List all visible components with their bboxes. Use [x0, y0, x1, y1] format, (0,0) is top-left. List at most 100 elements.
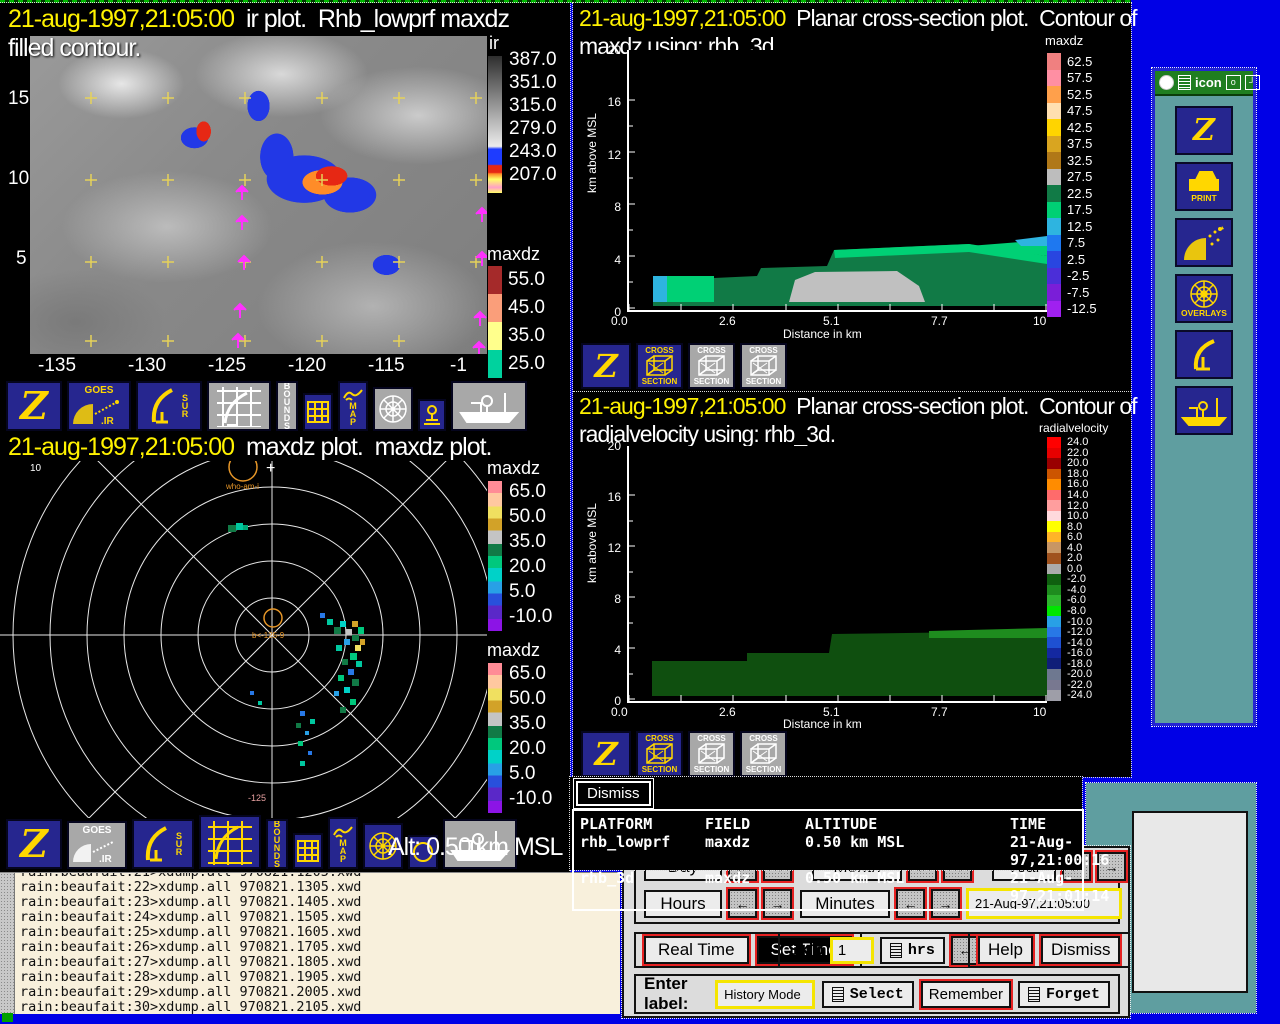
radar-annotation-top: who-am-i [225, 482, 259, 491]
map-button[interactable]: M A P [338, 381, 368, 431]
small-grid-button[interactable] [303, 393, 333, 431]
surveillance-radar-button[interactable]: S U R [132, 819, 194, 869]
ship-button[interactable] [451, 381, 527, 431]
xterm-window[interactable]: rain:beaufait:21>xdump.all 970821.1205.x… [0, 872, 620, 1014]
zebra-menu-button[interactable]: Z [581, 343, 631, 389]
printer-icon [1189, 171, 1219, 191]
palette-goes-button[interactable] [1175, 218, 1233, 267]
zebra-menu-button[interactable]: Z [6, 819, 62, 869]
restore-icon[interactable]: ┘ [1244, 75, 1260, 90]
ir-toolbar: Z GOES .IR S U R B O U N D S M A P [0, 379, 527, 431]
select-menu[interactable]: Select [821, 980, 914, 1008]
ir-x-tick: -125 [208, 355, 247, 376]
palette-overlays-button[interactable]: OVERLAYS [1175, 274, 1233, 323]
goes-ir-button[interactable]: GOES .IR [67, 821, 127, 869]
label-group: Enter label: History Mode Select Remembe… [634, 974, 1120, 1014]
overlay-rings-icon [379, 395, 407, 423]
platform-table-row: rhb_3d maxdz 0.50 km MSL 21-Aug-97,21:01:14 [580, 869, 1110, 905]
icon-palette-titlebar[interactable]: icon o ┘ [1155, 71, 1260, 96]
skip-units-menu[interactable]: hrs [879, 936, 945, 964]
zebra-z-icon: Z [594, 346, 618, 385]
overlays-button[interactable] [373, 387, 413, 431]
palette-zebra-button[interactable]: Z [1175, 106, 1233, 155]
maxdz-plot-title: 21-aug-1997,21:05:00 maxdz plot. maxdz p… [8, 433, 493, 461]
altitude-readout: Alt: 0.50 km MSL [388, 833, 563, 861]
ir-y-tick: 10 [8, 168, 30, 189]
ship-icon [1181, 397, 1227, 426]
platform-table-row: rhb_lowprf maxdz 0.50 km MSL 21-Aug-97,21:0… [580, 833, 1110, 869]
cross1-xlabel: Distance in km [783, 327, 862, 341]
remember-button[interactable]: Remember [920, 980, 1011, 1008]
cross2-xlabel: Distance in km [783, 717, 862, 731]
cube-icon [749, 355, 777, 376]
skip-value-field[interactable]: 1 [829, 936, 874, 964]
map-icon [333, 826, 353, 838]
svg-text:.IR: .IR [101, 416, 115, 426]
cross-section-button-active[interactable]: CROSS SECTION [636, 343, 683, 389]
svg-text:.IR: .IR [99, 854, 113, 864]
cube-icon [645, 743, 673, 764]
cube-icon [749, 743, 777, 764]
surveillance-radar-button[interactable]: S U R [136, 381, 202, 431]
help-group: Help Dismiss [968, 932, 1131, 968]
desktop-indicator [2, 1013, 13, 1022]
window-menu-icon[interactable] [1159, 75, 1174, 90]
ir-colorbar-label: ir [489, 33, 499, 53]
bounds-button[interactable]: B O U N D S [266, 819, 288, 869]
grid-radar-icon [217, 387, 261, 427]
cross-section-button[interactable]: CROSS SECTION [688, 343, 735, 389]
radar-colorbar1-ticks: 65.0 50.0 35.0 20.0 5.0 -10.0 [509, 481, 553, 627]
cross1-x-ticks: 0.0 2.6 5.1 7.7 10 [611, 314, 1047, 328]
radar-colorbar1-label: maxdz [487, 458, 541, 478]
radar-antenna-icon [151, 388, 173, 424]
panel-dismiss-button[interactable]: Dismiss [1040, 936, 1121, 964]
cube-icon [697, 743, 725, 764]
grid-radar-button[interactable] [207, 381, 271, 431]
cross1-title: 21-aug-1997,21:05:00 Planar cross-sectio… [579, 5, 1138, 31]
platform-status-window: Dismiss PLATFORM FIELD ALTITUDE TIME rhb_lo… [569, 776, 1110, 911]
zebra-menu-button[interactable]: Z [6, 381, 62, 431]
radar-antenna-icon [145, 826, 167, 862]
cross1-colorbar-label: maxdz [1045, 33, 1084, 48]
dismiss-button[interactable]: Dismiss [573, 778, 654, 809]
bounds-button[interactable]: B O U N D S [276, 381, 298, 431]
cross-section-button[interactable]: CROSS SECTION [740, 731, 787, 777]
cross1-plot [627, 50, 1047, 312]
grid-icon [297, 840, 319, 862]
cross2-colorbar: 24.0 22.0 20.0 18.0 16.0 14.0 12.0 10.0 8.0 6.0 4.… [1047, 436, 1092, 701]
goes-satellite-icon: .IR [73, 841, 114, 864]
palette-radar-button[interactable] [1175, 330, 1233, 379]
ir-y-tick: 5 [16, 248, 27, 269]
cross2-colorbar-label: radialvelocity [1039, 421, 1109, 435]
cube-icon [697, 355, 725, 376]
zebra-z-icon: Z [20, 820, 48, 866]
cross-section-button[interactable]: CROSS SECTION [688, 731, 735, 777]
cross2-y-ticks: 20 16 12 8 4 0 [607, 439, 621, 708]
buoy-icon [424, 405, 440, 425]
zebra-z-icon: Z [20, 382, 48, 428]
forget-menu[interactable]: Forget [1017, 980, 1110, 1008]
small-grid-button[interactable] [293, 833, 323, 869]
buoy-button[interactable] [418, 399, 446, 431]
grid-radar-button[interactable] [199, 815, 261, 869]
palette-ship-button[interactable] [1175, 386, 1233, 435]
skip-label: Skip [788, 940, 824, 959]
help-button[interactable]: Help [978, 936, 1033, 964]
ir-x-tick: -1 [450, 355, 467, 376]
terminal-scrollbar[interactable] [0, 873, 15, 1014]
map-button[interactable]: M A P [328, 817, 358, 869]
real-time-button[interactable]: Real Time [644, 936, 749, 964]
label-input[interactable]: History Mode [715, 979, 815, 1009]
map-grid-overlay [85, 92, 487, 354]
palette-print-button[interactable]: PRINT [1175, 162, 1233, 211]
minimize-icon[interactable]: o [1225, 75, 1241, 90]
cross-section-button[interactable]: CROSS SECTION [740, 343, 787, 389]
goes-ir-button[interactable]: GOES .IR [67, 381, 131, 431]
zebra-z-icon: Z [594, 734, 618, 773]
cross-section-button-active[interactable]: CROSS SECTION [636, 731, 683, 777]
radar-antenna-icon [1193, 338, 1215, 370]
radar-colorbar2-ticks: 65.0 50.0 35.0 20.0 5.0 -10.0 [509, 663, 553, 809]
document-icon[interactable] [1178, 75, 1191, 90]
zebra-menu-button[interactable]: Z [581, 731, 631, 777]
ir-x-tick: -130 [128, 355, 167, 376]
